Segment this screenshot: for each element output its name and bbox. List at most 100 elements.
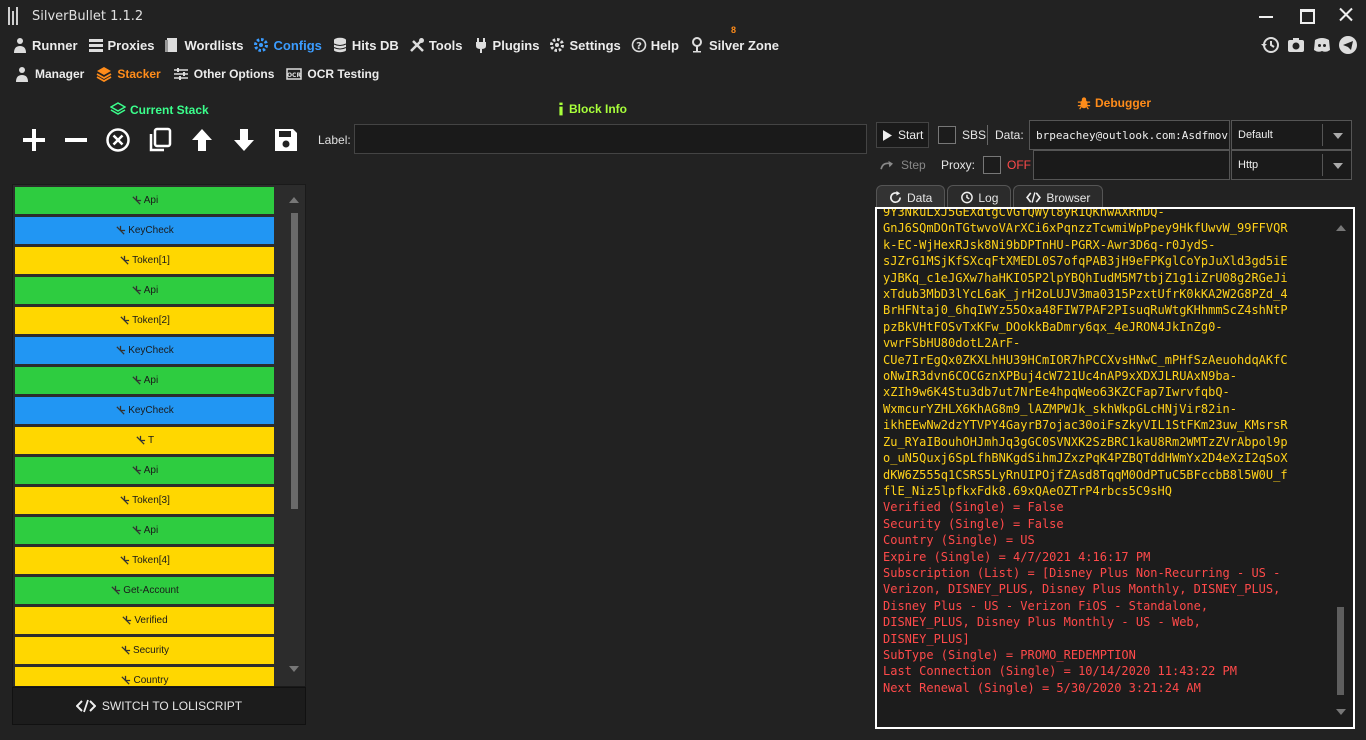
stack-block[interactable]: Api [15, 457, 274, 484]
nav-plugins[interactable]: Plugins [473, 37, 539, 53]
label-input[interactable] [354, 124, 867, 154]
scroll-thumb[interactable] [1337, 607, 1344, 695]
layers-icon [110, 102, 126, 115]
output-line: Last Connection (Single) = 10/14/2020 11… [883, 664, 1238, 679]
stack-block[interactable]: Token[1] [15, 247, 274, 274]
nav-tools[interactable]: Tools [409, 37, 463, 53]
block-label: Token[2] [132, 315, 170, 326]
move-down-button[interactable] [230, 124, 258, 156]
proxy-type-select[interactable]: Http [1231, 150, 1352, 180]
history-icon[interactable] [1260, 35, 1280, 55]
stack-block[interactable]: Verified [15, 607, 274, 634]
stack-block[interactable]: KeyCheck [15, 397, 274, 424]
code-icon [75, 699, 96, 713]
stack-toolbar [20, 124, 300, 156]
gear-icon [550, 38, 565, 52]
block-list-scrollbar[interactable] [287, 185, 301, 686]
proxy-input[interactable] [1033, 150, 1230, 180]
nav-configs[interactable]: Configs [253, 37, 322, 53]
sbs-checkbox[interactable] [938, 126, 956, 144]
block-icon [132, 375, 141, 385]
step-button[interactable]: Step [876, 152, 929, 178]
save-button[interactable] [272, 124, 300, 156]
close-button[interactable] [1338, 6, 1354, 24]
stack-block[interactable]: Token[4] [15, 547, 274, 574]
nav-label: Settings [569, 37, 621, 53]
nav-wordlists[interactable]: Wordlists [164, 37, 243, 53]
sub-nav: Manager Stacker Other Options OCR OCR Te… [14, 66, 379, 82]
stack-block[interactable]: Api [15, 517, 274, 544]
scroll-up-icon[interactable] [1336, 225, 1346, 231]
move-up-button[interactable] [188, 124, 216, 156]
telegram-icon[interactable] [1338, 35, 1358, 55]
stack-block[interactable]: Security [15, 637, 274, 664]
wordlist-type-select[interactable]: Default [1231, 120, 1352, 150]
stack-block[interactable]: Token[2] [15, 307, 274, 334]
main-nav: Runner Proxies Wordlists Configs Hits DB… [12, 25, 779, 55]
data-input[interactable]: brpeachey@outlook.com:Asdfmov [1029, 120, 1230, 150]
section-title: Current Stack [130, 103, 209, 117]
scroll-down-icon[interactable] [1336, 709, 1346, 715]
nav-proxies[interactable]: Proxies [88, 37, 154, 53]
proxy-label: Proxy: [941, 158, 976, 172]
scroll-down-icon[interactable] [289, 666, 299, 672]
wordlist-type-value: Default [1238, 129, 1273, 141]
block-label: Security [132, 645, 170, 656]
debugger-output[interactable]: 9Y3NkuLxJ5GEXdtgCVGfQWyl8yR1QKhwAXRnDQ- G… [875, 207, 1355, 729]
scroll-thumb[interactable] [291, 213, 298, 509]
subnav-ocr-testing[interactable]: OCR OCR Testing [286, 66, 379, 82]
subnav-other-options[interactable]: Other Options [173, 66, 275, 82]
nav-label: Tools [428, 37, 463, 53]
clone-button[interactable] [146, 124, 174, 156]
subnav-stacker[interactable]: Stacker [96, 66, 161, 82]
nav-silverzone[interactable]: Silver Zone 8 [689, 25, 779, 53]
title-bar: SilverBullet 1.1.2 [0, 0, 1366, 32]
tab-browser[interactable]: Browser [1013, 185, 1104, 209]
tab-data[interactable]: Data [876, 185, 946, 209]
block-icon [132, 465, 141, 475]
output-line: Expire (Single) = 4/7/2021 4:16:17 PM [883, 549, 1151, 564]
add-block-button[interactable] [20, 124, 48, 156]
block-icon [116, 345, 126, 355]
remove-block-button[interactable] [62, 124, 90, 156]
stack-block[interactable]: Token[3] [15, 487, 274, 514]
output-line: sJZrG1MSjKfSXcqFtXMEDL0S7ofqPAB3jH9eFPKg… [883, 254, 1288, 269]
clear-button[interactable] [104, 124, 132, 156]
block-icon [120, 495, 130, 505]
stack-block[interactable]: T [15, 427, 274, 454]
output-line: CUe7IrEgQx0ZKXLhHU39HCmIOR7hPCCXvsHNwC_m… [883, 352, 1288, 367]
layers-icon [96, 67, 112, 82]
stack-block[interactable]: Api [15, 187, 274, 214]
stack-block[interactable]: Api [15, 367, 274, 394]
output-line: GnJ6SQmDOnTGtwvoVArXCi6xPqnzzTcwmiWpPpey… [883, 221, 1288, 236]
start-button[interactable]: Start [876, 122, 929, 148]
nav-hitsdb[interactable]: Hits DB [332, 37, 399, 53]
nav-label: Help [650, 37, 679, 53]
output-line: Disney Plus - US - Verizon FiOS - Standa… [883, 598, 1209, 613]
pin-icon [691, 37, 702, 53]
stack-block[interactable]: KeyCheck [15, 217, 274, 244]
stack-block[interactable]: KeyCheck [15, 337, 274, 364]
discord-icon[interactable] [1312, 35, 1332, 55]
stack-block[interactable]: Api [15, 277, 274, 304]
plus-icon [23, 129, 45, 151]
output-scrollbar[interactable] [1335, 209, 1347, 727]
block-icon [132, 195, 141, 205]
block-label: Token[1] [132, 255, 170, 266]
subnav-manager[interactable]: Manager [14, 66, 84, 82]
tab-label: Browser [1046, 190, 1091, 205]
camera-icon[interactable] [1286, 35, 1306, 55]
switch-to-loliscript-button[interactable]: SWITCH TO LOLISCRIPT [12, 687, 306, 725]
scroll-up-icon[interactable] [289, 197, 299, 203]
minimize-button[interactable] [1258, 6, 1274, 24]
proxy-checkbox[interactable] [983, 156, 1001, 174]
subnav-label: Other Options [193, 67, 275, 81]
stack-block[interactable]: Get-Account [15, 577, 274, 604]
nav-help[interactable]: ? Help [631, 37, 679, 53]
maximize-button[interactable] [1298, 6, 1315, 24]
stack-block[interactable]: Country [15, 667, 274, 686]
nav-settings[interactable]: Settings [549, 37, 621, 53]
nav-runner[interactable]: Runner [12, 37, 78, 53]
tab-log[interactable]: Log [947, 185, 1012, 209]
block-label: Get-Account [123, 585, 179, 596]
